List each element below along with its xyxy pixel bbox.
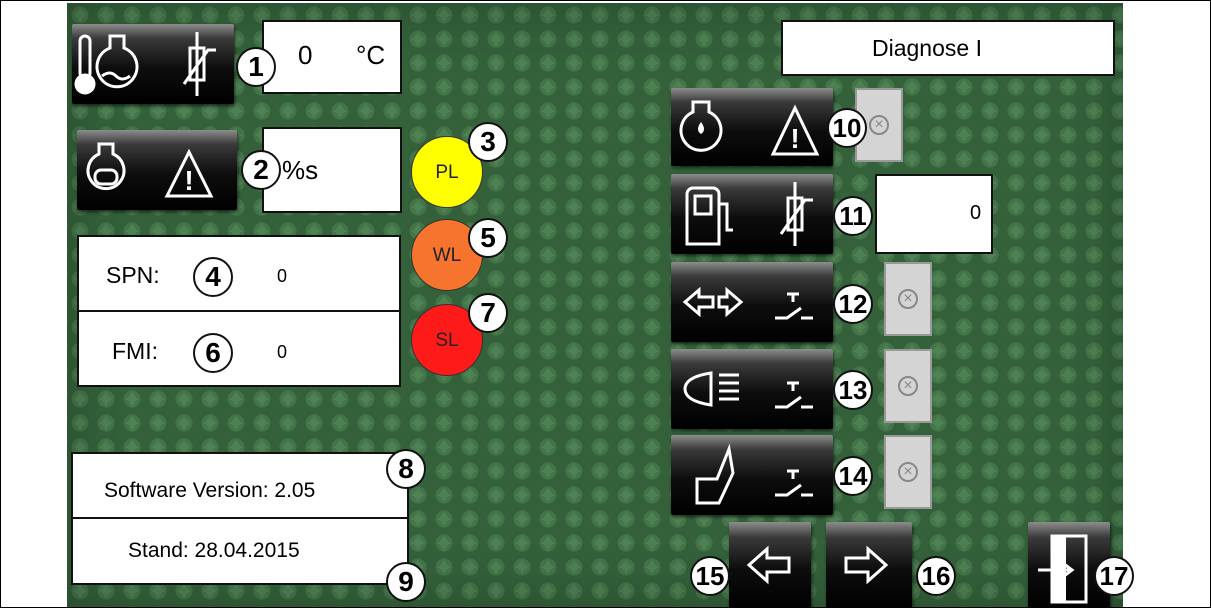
indicator-lamp-icon: ×: [898, 289, 918, 309]
fuel-pump-sensor-icon: [685, 182, 813, 246]
callout-11: 11: [833, 196, 873, 236]
water-separator-button[interactable]: !: [671, 88, 833, 166]
indicator-lamp-icon: ×: [869, 115, 889, 135]
turn-signal-indicator: ×: [884, 262, 932, 336]
page-title: Diagnose I: [872, 35, 982, 61]
callout-9: 9: [386, 562, 426, 602]
coolant-temp-value: 0: [298, 40, 313, 70]
fuel-sensor-button[interactable]: [671, 174, 833, 254]
callout-15: 15: [690, 556, 730, 596]
svg-text:!: !: [184, 165, 193, 196]
callout-17: 17: [1094, 556, 1134, 596]
callout-6: 6: [193, 333, 233, 373]
callout-16: 16: [916, 556, 956, 596]
thermometer-flask-icon: [74, 32, 216, 96]
headlight-indicator: ×: [884, 349, 932, 423]
engine-warning-button[interactable]: !: [77, 130, 237, 210]
headlight-switch-icon: [683, 371, 813, 409]
stand-text: Stand: 28.04.2015: [128, 539, 300, 562]
seat-switch-icon: [695, 443, 813, 505]
fuel-value: 0: [970, 202, 982, 224]
arrow-right-icon: [844, 545, 889, 585]
seat-switch-indicator: ×: [884, 435, 932, 509]
prev-page-button[interactable]: [729, 522, 811, 608]
coolant-temp-unit: °C: [356, 40, 386, 70]
seat-switch-button[interactable]: [671, 435, 833, 515]
callout-7: 7: [468, 293, 508, 333]
callout-2: 2: [241, 150, 281, 190]
software-version-text: Software Version: 2.05: [104, 479, 316, 502]
callout-14: 14: [833, 456, 873, 496]
engine-warning-icon: !: [86, 142, 214, 198]
next-page-button[interactable]: [826, 522, 912, 608]
indicator-lamp-icon: ×: [898, 462, 918, 482]
coolant-temp-button[interactable]: [72, 24, 234, 104]
callout-8: 8: [386, 449, 426, 489]
fmi-value: 0: [277, 342, 288, 362]
engine-warning-value: %s: [282, 155, 319, 185]
turn-signal-button[interactable]: [671, 262, 833, 342]
callout-10: 10: [827, 108, 867, 148]
callout-12: 12: [833, 284, 873, 324]
arrow-left-icon: [746, 545, 791, 585]
spn-value: 0: [277, 266, 288, 286]
callout-13: 13: [833, 370, 873, 410]
callout-1: 1: [236, 47, 276, 87]
headlight-button[interactable]: [671, 349, 833, 429]
indicator-lamp-icon: ×: [898, 376, 918, 396]
callout-4: 4: [193, 257, 233, 297]
software-info-divider: [71, 517, 409, 519]
water-separator-warning-icon: !: [679, 100, 820, 156]
callout-3: 3: [468, 122, 508, 162]
callout-5: 5: [468, 218, 508, 258]
turn-signal-switch-icon: [682, 286, 813, 320]
spn-label: SPN:: [106, 262, 160, 288]
fmi-label: FMI:: [112, 338, 158, 364]
svg-text:!: !: [790, 123, 799, 154]
spn-fmi-divider: [77, 310, 401, 312]
